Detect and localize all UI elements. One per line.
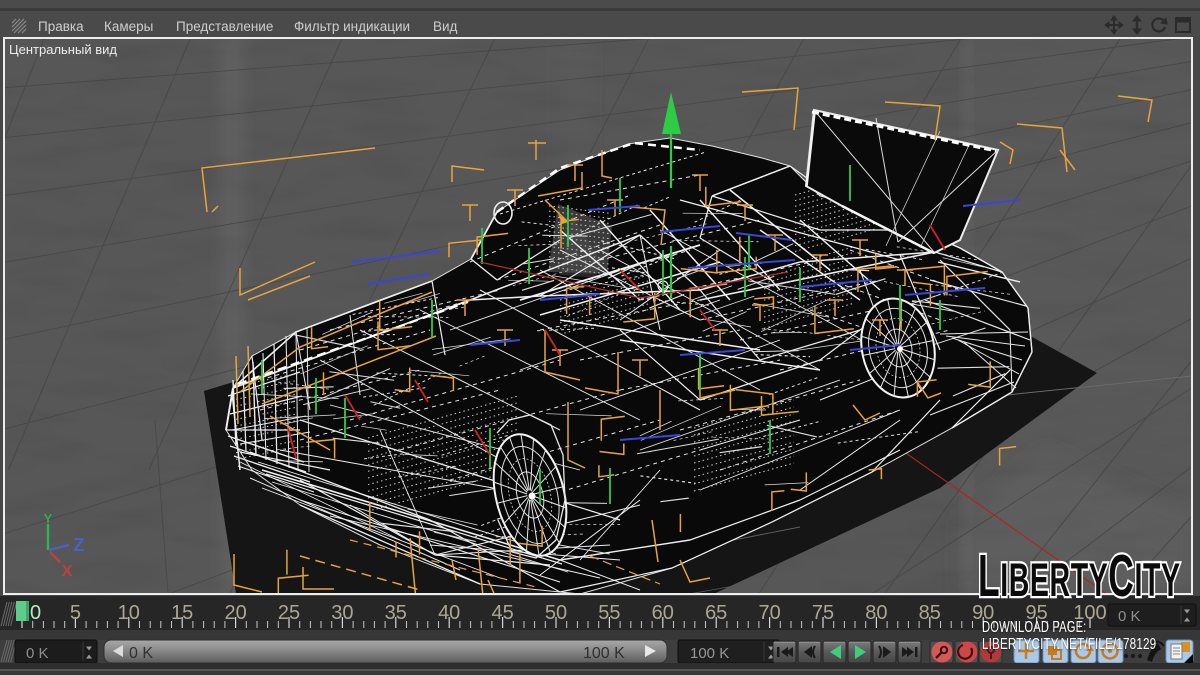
svg-text:35: 35 xyxy=(385,602,407,624)
svg-text:40: 40 xyxy=(438,602,460,624)
svg-text:60: 60 xyxy=(652,602,674,624)
svg-text:5: 5 xyxy=(70,602,81,624)
svg-text:0 K: 0 K xyxy=(129,645,153,662)
svg-text:100 K: 100 K xyxy=(583,645,625,662)
svg-text:0 K: 0 K xyxy=(26,645,49,662)
svg-text:50: 50 xyxy=(545,602,567,624)
svg-text:30: 30 xyxy=(331,602,353,624)
svg-text:LIBERTYCITY: LIBERTYCITY xyxy=(978,544,1181,609)
svg-text:0 K: 0 K xyxy=(1118,608,1141,625)
svg-text:15: 15 xyxy=(171,602,193,624)
svg-text:100 K: 100 K xyxy=(690,645,729,662)
svg-text:25: 25 xyxy=(278,602,300,624)
svg-text:85: 85 xyxy=(919,602,941,624)
svg-text:20: 20 xyxy=(224,602,246,624)
svg-text:45: 45 xyxy=(491,602,513,624)
svg-text:80: 80 xyxy=(865,602,887,624)
svg-text:0: 0 xyxy=(30,602,41,624)
svg-text:70: 70 xyxy=(758,602,780,624)
svg-text:75: 75 xyxy=(812,602,834,624)
svg-text:65: 65 xyxy=(705,602,727,624)
svg-text:55: 55 xyxy=(598,602,620,624)
svg-text:10: 10 xyxy=(118,602,140,624)
